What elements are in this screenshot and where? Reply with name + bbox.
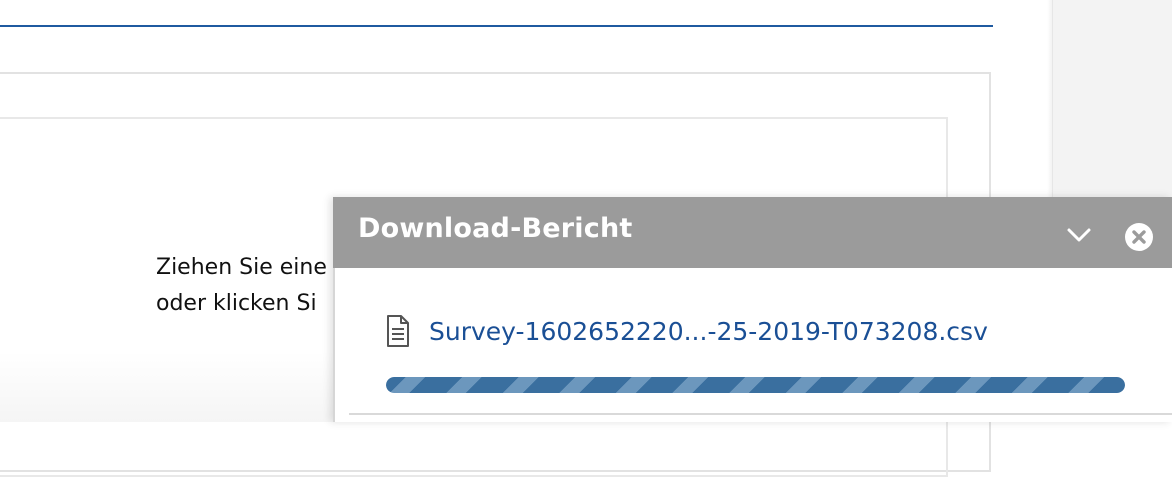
header-divider: [0, 25, 993, 27]
download-progress-bar: [386, 377, 1125, 393]
close-icon-graphic: [1132, 230, 1146, 244]
item-divider: [349, 413, 1172, 415]
download-item: Survey-1602652220...-25-2019-T073208.csv: [385, 311, 988, 351]
dropzone-line-1: Ziehen Sie eine: [156, 255, 327, 280]
panel-border: [333, 268, 335, 422]
dropzone-instructions: Ziehen Sie eine oder klicken Si: [156, 250, 327, 322]
dropzone-line-2: oder klicken Si: [156, 291, 317, 316]
panel-title: Download-Bericht: [358, 213, 633, 244]
panel-header: Download-Bericht: [333, 197, 1172, 268]
progress-fill: [386, 377, 1125, 393]
chevron-down-icon[interactable]: [1063, 221, 1095, 249]
download-file-link[interactable]: Survey-1602652220...-25-2019-T073208.csv: [429, 317, 988, 346]
close-icon[interactable]: [1125, 223, 1153, 251]
chevron-down-icon-graphic: [1067, 228, 1091, 242]
document-icon: [385, 314, 411, 348]
download-report-panel: Download-Bericht Survey-1602652220...-25…: [333, 197, 1172, 422]
